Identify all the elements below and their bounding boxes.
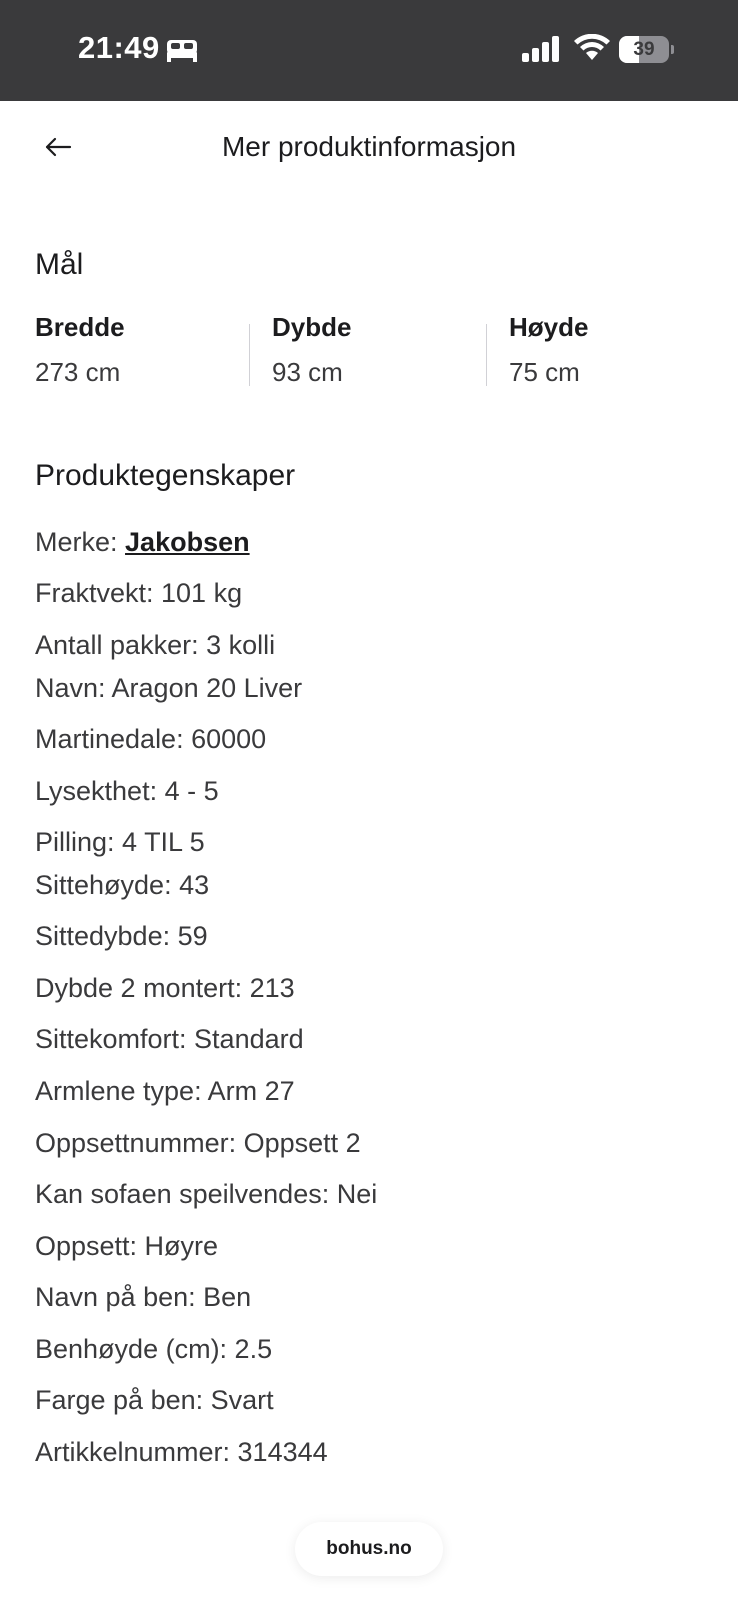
dimension-width: Bredde 273 cm xyxy=(35,312,125,392)
property-item: Benhøyde (cm): 2.5 xyxy=(35,1334,273,1364)
dimension-value: 75 cm xyxy=(509,357,580,387)
property-item: Oppsett: Høyre xyxy=(35,1231,219,1261)
battery-level-text: 39 xyxy=(633,39,655,60)
signal-icon xyxy=(522,36,562,67)
property-item: Oppsettnummer: Oppsett 2 xyxy=(35,1128,361,1158)
url-domain-pill[interactable]: bohus.no xyxy=(295,1522,443,1576)
property-item: Lysekthet: 4 - 5 xyxy=(35,776,219,806)
dimension-label: Dybde xyxy=(272,312,352,342)
properties-title: Produktegenskaper xyxy=(35,459,296,492)
property-item: Pilling: 4 TIL 5 xyxy=(35,827,205,857)
property-item: Sittekomfort: Standard xyxy=(35,1024,304,1054)
dimension-label: Bredde xyxy=(35,312,125,342)
property-item: Fraktvekt: 101 kg xyxy=(35,578,243,608)
property-item: Armlene type: Arm 27 xyxy=(35,1076,295,1106)
dimension-height: Høyde 75 cm xyxy=(509,312,588,392)
battery-body: 39 xyxy=(619,36,669,63)
brand-link[interactable]: Jakobsen xyxy=(125,527,250,557)
dimension-label: Høyde xyxy=(509,312,589,342)
property-item: Artikkelnummer: 314344 xyxy=(35,1437,328,1467)
page-header: Mer produktinformasjon xyxy=(0,101,738,197)
property-brand-label: Merke: xyxy=(35,527,126,557)
property-item: Sittehøyde: 43 xyxy=(35,870,210,900)
property-item: Navn på ben: Ben xyxy=(35,1282,252,1312)
status-time: 21:49 xyxy=(78,30,160,65)
wifi-icon xyxy=(574,33,610,67)
battery-tip xyxy=(671,45,674,54)
dimension-divider xyxy=(249,324,250,386)
dimension-value: 273 cm xyxy=(35,357,121,387)
property-item: Antall pakker: 3 kolli xyxy=(35,630,276,660)
dimension-divider xyxy=(486,324,487,386)
property-item: Kan sofaen speilvendes: Nei xyxy=(35,1179,378,1209)
dimension-depth: Dybde 93 cm xyxy=(272,312,351,392)
dimensions-title: Mål xyxy=(35,248,84,281)
property-brand: Merke: Jakobsen xyxy=(35,527,250,558)
page-title: Mer produktinformasjon xyxy=(221,131,517,162)
dimensions-row: Bredde 273 cm Dybde 93 cm Høyde 75 cm xyxy=(0,312,738,392)
property-item: Dybde 2 montert: 213 xyxy=(35,973,295,1003)
property-item: Sittedybde: 59 xyxy=(35,921,208,951)
battery-icon: 39 xyxy=(619,36,674,63)
property-item: Farge på ben: Svart xyxy=(35,1385,274,1415)
status-bar: 21:49 39 xyxy=(0,0,738,101)
property-item: Martinedale: 60000 xyxy=(35,724,267,754)
dimension-value: 93 cm xyxy=(272,357,343,387)
property-item: Navn: Aragon 20 Liver xyxy=(35,673,303,703)
bed-icon xyxy=(166,38,198,67)
